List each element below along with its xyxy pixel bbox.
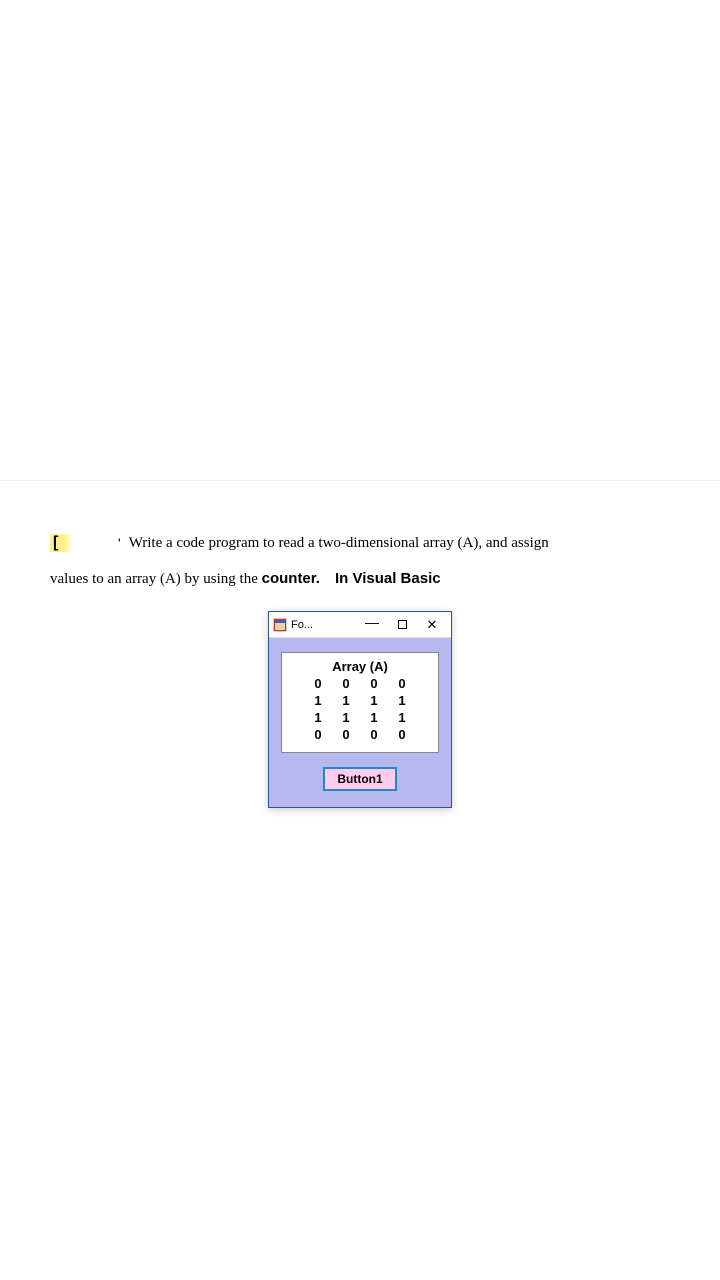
array-cell: 1	[304, 710, 332, 727]
array-title: Array (A)	[290, 659, 430, 674]
document-content: [ ' Write a code program to read a two-d…	[0, 480, 720, 808]
array-cell: 0	[388, 727, 416, 744]
question-text-1: Write a code program to read a two-dimen…	[129, 531, 549, 555]
question-text-2: values to an array (A) by using the	[50, 571, 262, 587]
array-cell: 0	[304, 676, 332, 693]
array-row: 1 1 1 1	[290, 693, 430, 710]
array-cell: 0	[332, 727, 360, 744]
question-line-2: values to an array (A) by using the coun…	[50, 567, 670, 591]
question-line-1: [ ' Write a code program to read a two-d…	[50, 531, 670, 555]
apostrophe-mark: '	[118, 535, 121, 551]
window-title: Fo...	[291, 619, 313, 631]
form-window: Fo... — ✕ Array (A) 0 0	[268, 611, 452, 808]
array-cell: 1	[332, 693, 360, 710]
array-cell: 0	[332, 676, 360, 693]
array-cell: 0	[360, 727, 388, 744]
array-row: 0 0 0 0	[290, 727, 430, 744]
array-cell: 1	[388, 710, 416, 727]
array-cell: 0	[360, 676, 388, 693]
form-body: Array (A) 0 0 0 0 1 1 1 1 1	[269, 638, 451, 807]
visual-basic-label: In Visual Basic	[335, 570, 441, 587]
array-cell: 1	[360, 710, 388, 727]
array-cell: 1	[388, 693, 416, 710]
highlight-marker: [	[50, 534, 74, 552]
button1[interactable]: Button1	[323, 767, 396, 791]
array-row: 0 0 0 0	[290, 676, 430, 693]
array-row: 1 1 1 1	[290, 710, 430, 727]
array-cell: 1	[332, 710, 360, 727]
array-cell: 1	[304, 693, 332, 710]
maximize-button[interactable]	[387, 613, 417, 637]
close-icon: ✕	[427, 618, 438, 631]
close-button[interactable]: ✕	[417, 613, 447, 637]
array-cell: 1	[360, 693, 388, 710]
array-cell: 0	[388, 676, 416, 693]
maximize-icon	[398, 620, 407, 629]
minimize-icon: —	[365, 615, 379, 629]
window-controls: — ✕	[357, 613, 447, 637]
array-display-box: Array (A) 0 0 0 0 1 1 1 1 1	[281, 652, 439, 753]
title-bar: Fo... — ✕	[269, 612, 451, 638]
array-grid: 0 0 0 0 1 1 1 1 1 1 1 1	[290, 676, 430, 744]
minimize-button[interactable]: —	[357, 613, 387, 637]
array-cell: 0	[304, 727, 332, 744]
form-icon	[273, 618, 287, 632]
bracket-icon: [	[53, 534, 58, 552]
button-container: Button1	[281, 767, 439, 791]
counter-word: counter.	[262, 570, 320, 587]
